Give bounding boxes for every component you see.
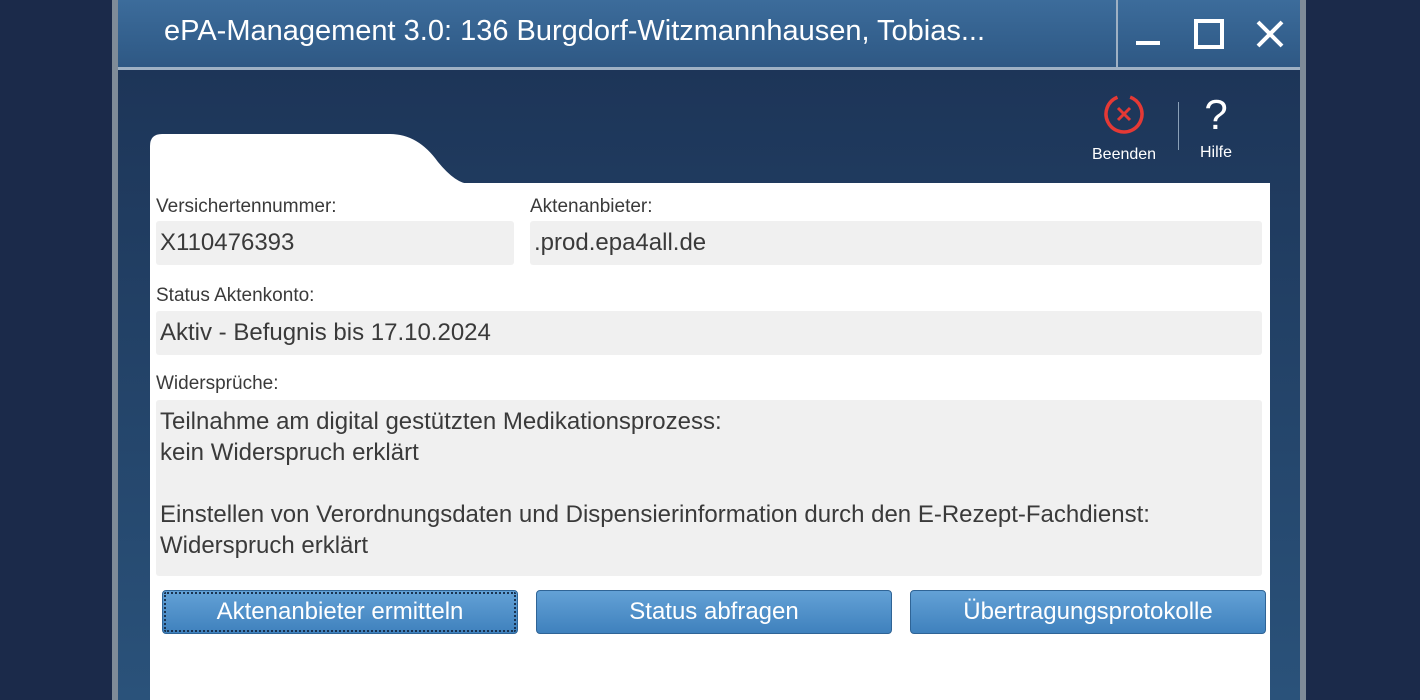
transfer-logs-button[interactable]: Übertragungsprotokolle <box>910 590 1266 634</box>
objection-line: Teilnahme am digital gestützten Medikati… <box>160 408 722 435</box>
help-label: Hilfe <box>1200 144 1233 161</box>
window-controls <box>1116 0 1300 67</box>
status-field[interactable]: Aktiv - Befugnis bis 17.10.2024 <box>156 311 1262 355</box>
query-status-button[interactable]: Status abfragen <box>536 590 892 634</box>
question-icon: ? <box>1204 91 1228 138</box>
insurance-number-label: Versichertennummer: <box>156 196 337 217</box>
minimize-button[interactable] <box>1125 11 1171 57</box>
objections-field[interactable]: Teilnahme am digital gestützten Medikati… <box>156 400 1262 576</box>
minimize-icon <box>1136 40 1161 45</box>
toolbar-divider <box>1178 102 1179 150</box>
maximize-icon <box>1193 18 1224 49</box>
maximize-button[interactable] <box>1186 11 1232 57</box>
provider-label: Aktenanbieter: <box>530 196 653 217</box>
status-label: Status Aktenkonto: <box>156 285 315 306</box>
determine-provider-button[interactable]: Aktenanbieter ermitteln <box>162 590 518 634</box>
quit-button[interactable]: Beenden <box>1092 92 1156 164</box>
help-button[interactable]: ? Hilfe <box>1200 92 1232 162</box>
title-bar[interactable]: ePA-Management 3.0: 136 Burgdorf-Witzman… <box>118 0 1300 70</box>
window-title: ePA-Management 3.0: 136 Burgdorf-Witzman… <box>164 15 986 47</box>
objections-label: Widersprüche: <box>156 373 279 394</box>
app-window: ePA-Management 3.0: 136 Burgdorf-Witzman… <box>112 0 1306 700</box>
insurance-number-field[interactable]: X110476393 <box>156 221 514 265</box>
objection-line: Widerspruch erklärt <box>160 532 369 559</box>
quit-label: Beenden <box>1092 146 1157 163</box>
objection-line: Einstellen von Verordnungsdaten und Disp… <box>160 501 1150 528</box>
close-button[interactable] <box>1247 11 1293 57</box>
close-icon <box>1256 20 1284 47</box>
close-circle-icon <box>1104 94 1144 134</box>
objection-line <box>160 468 1258 499</box>
provider-field[interactable]: .prod.epa4all.de <box>530 221 1262 265</box>
objection-line: kein Widerspruch erklärt <box>160 439 419 466</box>
